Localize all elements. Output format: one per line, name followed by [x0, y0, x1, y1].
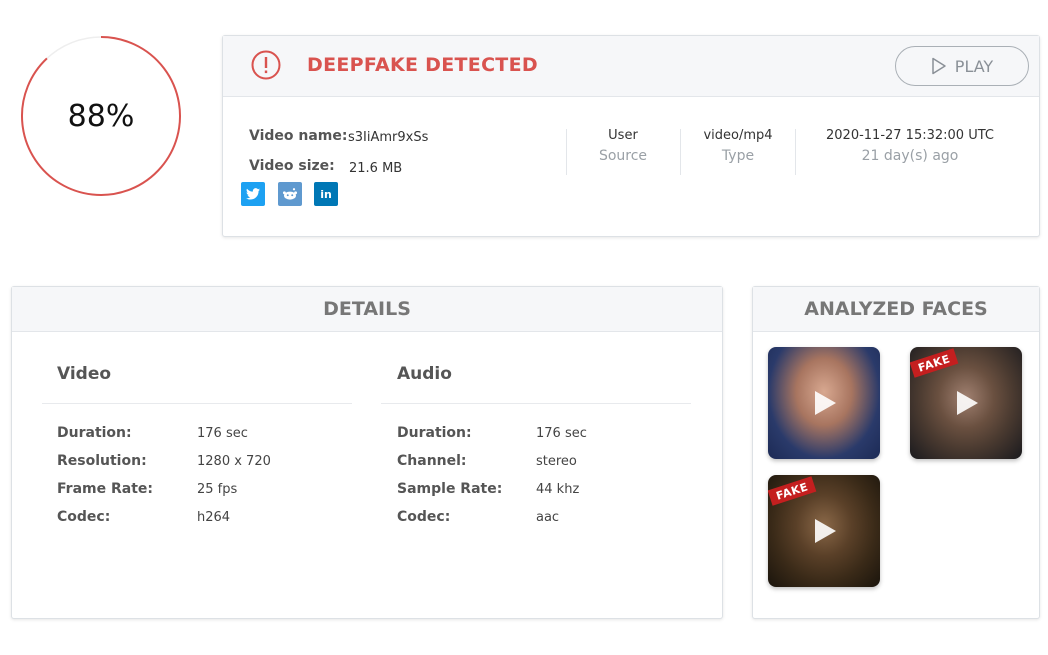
- face-thumbnail[interactable]: [768, 347, 880, 459]
- twitter-icon: [246, 188, 260, 200]
- type-info: video/mp4 Type: [689, 128, 787, 174]
- video-codec-label: Codec:: [57, 509, 111, 525]
- exclamation-circle-icon: [251, 50, 281, 80]
- video-framerate-label: Frame Rate:: [57, 481, 153, 497]
- play-button-label: PLAY: [954, 56, 994, 76]
- type-label: Type: [721, 148, 755, 164]
- play-icon: [815, 391, 836, 415]
- divider: [795, 129, 796, 175]
- page: 88% DEEPFAKE DETECTED PLAY Video name: s…: [0, 0, 1048, 655]
- divider: [42, 403, 352, 404]
- audio-channel-label: Channel:: [397, 453, 467, 469]
- divider: [381, 403, 691, 404]
- score-value: 88%: [67, 98, 135, 134]
- divider: [680, 129, 681, 175]
- fake-badge: FAKE: [768, 476, 817, 506]
- audio-samplerate-value: 44 khz: [536, 482, 580, 497]
- face-thumbnail[interactable]: FAKE: [910, 347, 1022, 459]
- source-value: User: [608, 128, 638, 143]
- video-section-title: Video: [57, 364, 112, 384]
- video-size-label: Video size:: [249, 158, 335, 174]
- play-icon: [815, 519, 836, 543]
- details-title: DETAILS: [12, 287, 722, 332]
- video-name-label: Video name:: [249, 128, 348, 144]
- audio-codec-value: aac: [536, 510, 560, 525]
- video-resolution-label: Resolution:: [57, 453, 147, 469]
- video-resolution-value: 1280 x 720: [197, 454, 271, 469]
- play-button[interactable]: PLAY: [895, 46, 1029, 86]
- video-duration-label: Duration:: [57, 425, 132, 441]
- alert-title: DEEPFAKE DETECTED: [307, 54, 538, 76]
- source-label: Source: [598, 148, 648, 164]
- result-header: DEEPFAKE DETECTED PLAY: [223, 36, 1039, 97]
- reddit-share-button[interactable]: [278, 182, 302, 206]
- face-thumbnail[interactable]: FAKE: [768, 475, 880, 587]
- play-outline-icon: [932, 57, 946, 75]
- date-info: 2020-11-27 15:32:00 UTC 21 day(s) ago: [805, 128, 1015, 174]
- linkedin-share-button[interactable]: in: [314, 182, 338, 206]
- audio-section-title: Audio: [397, 364, 452, 384]
- date-value: 2020-11-27 15:32:00 UTC: [826, 128, 994, 143]
- faces-title: ANALYZED FACES: [753, 287, 1039, 332]
- details-card: DETAILS Video Audio Duration: 176 sec Re…: [11, 286, 723, 619]
- audio-codec-label: Codec:: [397, 509, 451, 525]
- audio-channel-value: stereo: [536, 454, 577, 469]
- video-name-value: s3IiAmr9xSs: [348, 130, 429, 145]
- linkedin-icon: in: [320, 187, 332, 201]
- audio-duration-label: Duration:: [397, 425, 472, 441]
- fake-badge: FAKE: [910, 348, 959, 378]
- source-info: User Source: [575, 128, 671, 174]
- faces-card: ANALYZED FACES FAKE FAKE: [752, 286, 1040, 619]
- video-size-value: 21.6 MB: [349, 161, 403, 176]
- twitter-share-button[interactable]: [241, 182, 265, 206]
- audio-duration-value: 176 sec: [536, 426, 587, 441]
- video-codec-value: h264: [197, 510, 231, 525]
- reddit-icon: [282, 188, 298, 200]
- audio-samplerate-label: Sample Rate:: [397, 481, 503, 497]
- video-framerate-value: 25 fps: [197, 482, 238, 497]
- play-icon: [957, 391, 978, 415]
- score-gauge: 88%: [20, 35, 182, 197]
- divider: [566, 129, 567, 175]
- date-ago: 21 day(s) ago: [861, 148, 959, 164]
- video-duration-value: 176 sec: [197, 426, 248, 441]
- result-card: DEEPFAKE DETECTED PLAY Video name: s3IiA…: [222, 35, 1040, 237]
- type-value: video/mp4: [703, 128, 773, 143]
